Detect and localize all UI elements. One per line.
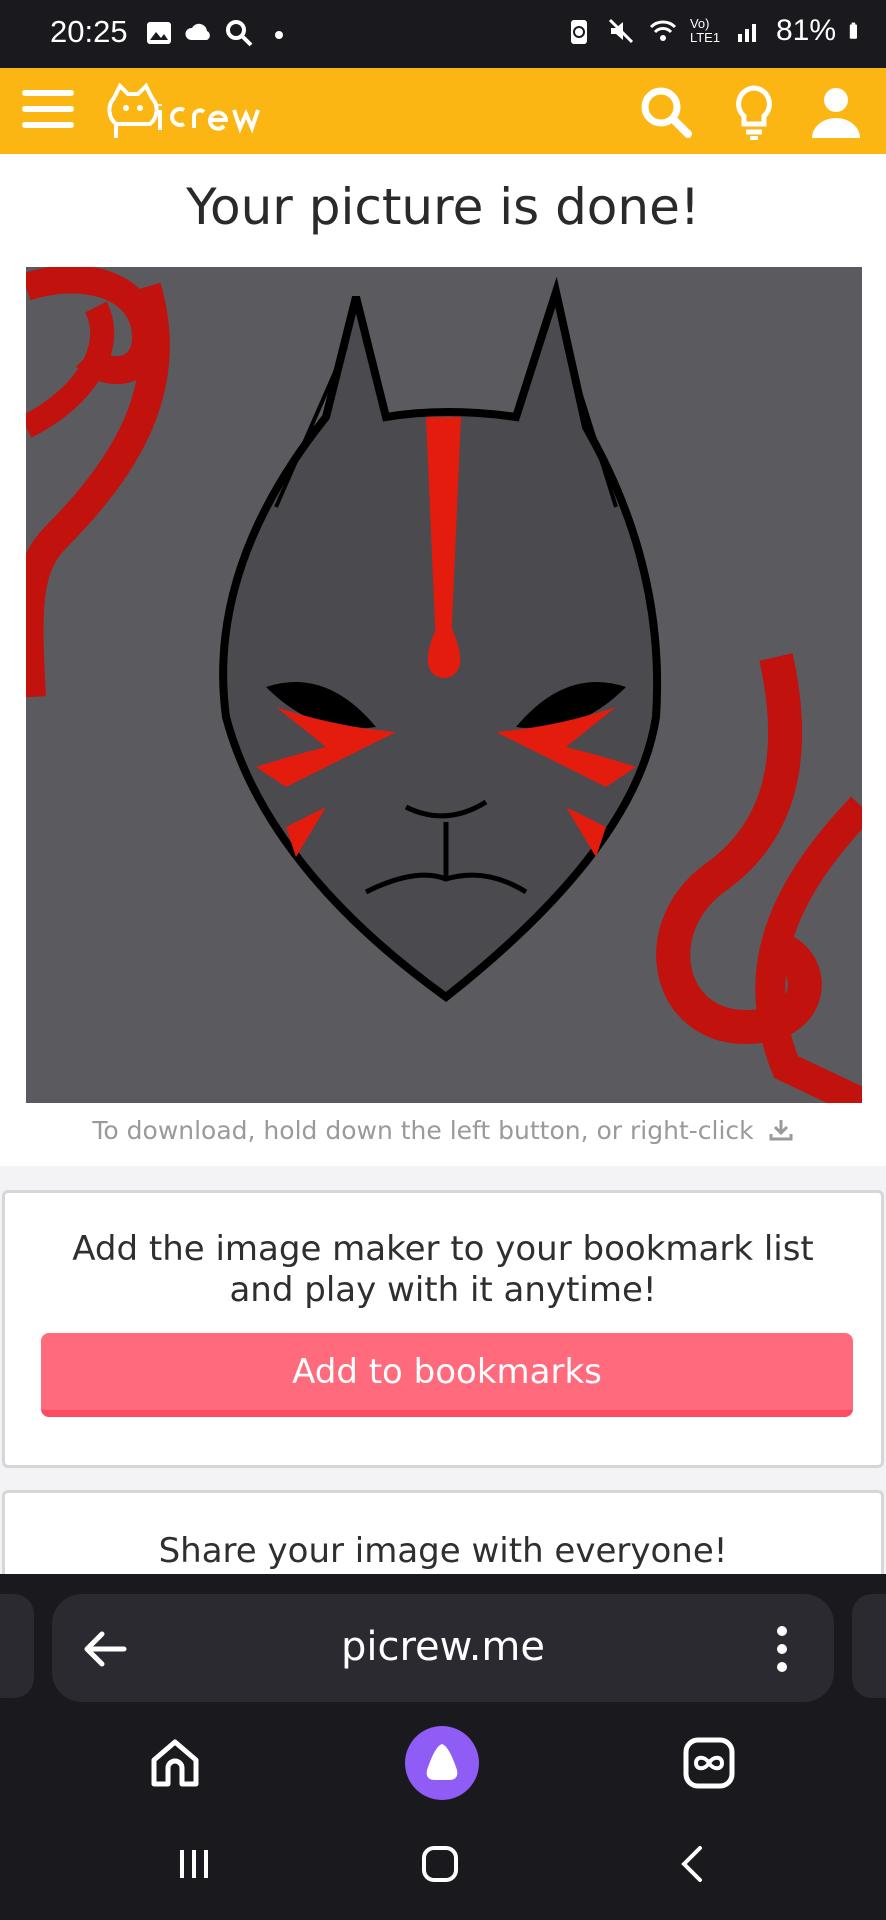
- battery-saver-icon: [570, 20, 587, 44]
- add-to-bookmarks-button[interactable]: Add to bookmarks: [41, 1333, 853, 1417]
- home-circle-icon[interactable]: [420, 1844, 460, 1884]
- more-options-icon[interactable]: [770, 1624, 794, 1674]
- download-hint-text: To download, hold down the left button, …: [92, 1116, 754, 1145]
- app-header: [0, 68, 886, 154]
- network-label: Vo) LTE1: [689, 16, 721, 45]
- kitsune-mask-illustration: [26, 267, 862, 1103]
- url-text[interactable]: picrew.me: [52, 1624, 834, 1670]
- status-time: 20:25: [50, 14, 128, 49]
- image-icon: [147, 22, 171, 44]
- battery-icon: [849, 22, 857, 39]
- mute-icon: [608, 18, 634, 44]
- home-icon[interactable]: [146, 1734, 204, 1792]
- menu-icon[interactable]: [22, 86, 76, 132]
- share-card: Share your image with everyone!: [2, 1490, 884, 1580]
- battery-percent: 81%: [775, 14, 836, 47]
- download-hint: To download, hold down the left button, …: [0, 1116, 886, 1145]
- result-image[interactable]: [26, 267, 862, 1103]
- search-icon[interactable]: [636, 82, 696, 142]
- picrew-logo[interactable]: [104, 80, 279, 142]
- bookmark-text-line1: Add the image maker to your bookmark lis…: [72, 1229, 814, 1269]
- browser-toolbar: picrew.me: [0, 1574, 886, 1704]
- assistant-icon[interactable]: [405, 1726, 479, 1800]
- next-tab-peek[interactable]: [852, 1594, 886, 1698]
- assistant-glyph-icon: [426, 1744, 458, 1780]
- back-chevron-icon[interactable]: [676, 1844, 706, 1884]
- lightbulb-icon[interactable]: [724, 82, 784, 142]
- bookmark-card: Add the image maker to your bookmark lis…: [2, 1190, 884, 1468]
- dot-icon: [275, 31, 283, 39]
- previous-tab-peek[interactable]: [0, 1594, 34, 1698]
- cloud-icon: [185, 23, 210, 40]
- status-bar: 20:25 Vo) LTE1 81%: [0, 0, 886, 68]
- address-bar[interactable]: picrew.me: [52, 1594, 834, 1702]
- bookmark-text-line2: and play with it anytime!: [229, 1270, 657, 1310]
- status-icons-left: [144, 18, 294, 48]
- page-title: Your picture is done!: [186, 178, 700, 236]
- signal-icon: [737, 24, 756, 42]
- bottom-navigation: [0, 1704, 886, 1920]
- wifi-icon: [649, 20, 677, 41]
- status-icons-right: Vo) LTE1 81%: [564, 14, 866, 48]
- search-icon: [226, 20, 253, 47]
- download-icon: [769, 1120, 793, 1141]
- share-text: Share your image with everyone!: [158, 1531, 728, 1571]
- recents-icon[interactable]: [176, 1846, 212, 1882]
- user-icon[interactable]: [806, 82, 866, 142]
- tabs-icon[interactable]: [680, 1734, 738, 1792]
